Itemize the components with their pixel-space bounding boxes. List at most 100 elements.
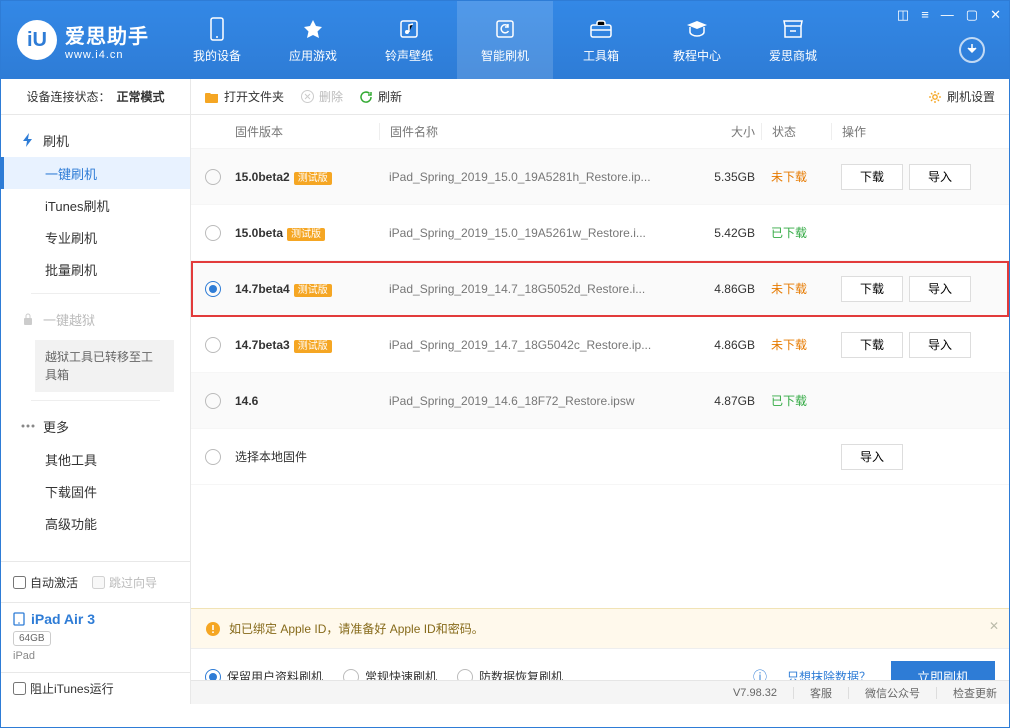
firmware-name: iPad_Spring_2019_14.7_18G5042c_Restore.i… — [379, 338, 685, 352]
device-storage: 64GB — [13, 631, 51, 646]
menu-icon[interactable]: ≡ — [921, 7, 929, 23]
maximize-icon[interactable]: ▢ — [966, 7, 978, 23]
th-ops: 操作 — [831, 123, 995, 140]
sidebar-item-more-1[interactable]: 下载固件 — [1, 475, 190, 507]
row-radio[interactable] — [205, 281, 221, 297]
firmware-name: iPad_Spring_2019_15.0_19A5261w_Restore.i… — [379, 226, 685, 240]
device-name: iPad Air 3 — [13, 611, 178, 627]
beta-tag: 测试版 — [294, 340, 332, 353]
refresh-button[interactable]: 刷新 — [359, 88, 402, 105]
minimize-icon[interactable]: — — [941, 7, 954, 23]
store-icon — [781, 17, 805, 41]
content: 打开文件夹 删除 刷新 刷机设置 固件版本 固件名称 大小 状态 操作 — [191, 79, 1009, 704]
delete-icon — [300, 90, 314, 104]
notice-close-icon[interactable]: ✕ — [989, 619, 999, 633]
auto-activate-checkbox[interactable]: 自动激活 — [13, 574, 78, 591]
service-link[interactable]: 客服 — [810, 685, 832, 701]
row-radio[interactable] — [205, 449, 221, 465]
nav-tab-6[interactable]: 爱思商城 — [745, 1, 841, 79]
firmware-status: 未下载 — [761, 168, 831, 185]
row-radio[interactable] — [205, 169, 221, 185]
brand-title: 爱思助手 — [65, 20, 149, 49]
table-row[interactable]: 15.0beta2测试版iPad_Spring_2019_15.0_19A528… — [191, 149, 1009, 205]
notice-text: 如已绑定 Apple ID，请准备好 Apple ID和密码。 — [229, 620, 484, 637]
phone-icon — [205, 17, 229, 41]
import-button[interactable]: 导入 — [909, 276, 971, 302]
row-radio[interactable] — [205, 393, 221, 409]
firmware-table: 15.0beta2测试版iPad_Spring_2019_15.0_19A528… — [191, 149, 1009, 608]
sidebar-jailbreak-note: 越狱工具已转移至工具箱 — [35, 340, 174, 392]
nav-tab-1[interactable]: 应用游戏 — [265, 1, 361, 79]
table-row[interactable]: 14.7beta3测试版iPad_Spring_2019_14.7_18G504… — [191, 317, 1009, 373]
open-folder-button[interactable]: 打开文件夹 — [205, 88, 284, 105]
music-icon — [397, 17, 421, 41]
import-button[interactable]: 导入 — [909, 332, 971, 358]
download-button[interactable]: 下载 — [841, 332, 903, 358]
th-name: 固件名称 — [379, 123, 685, 140]
tablet-icon — [13, 612, 25, 626]
sidebar-jailbreak-label: 一键越狱 — [43, 310, 95, 329]
sidebar-flash-label: 刷机 — [43, 131, 69, 150]
sidebar-item-flash-2[interactable]: 专业刷机 — [1, 221, 190, 253]
toolbar: 打开文件夹 删除 刷新 刷机设置 — [191, 79, 1009, 115]
nav-label: 铃声壁纸 — [385, 47, 433, 64]
toolbox-icon — [589, 17, 613, 41]
nav-tab-2[interactable]: 铃声壁纸 — [361, 1, 457, 79]
folder-icon — [205, 90, 219, 104]
sidebar-item-flash-3[interactable]: 批量刷机 — [1, 253, 190, 285]
shirt-icon[interactable]: ◫ — [897, 7, 909, 23]
firmware-name: iPad_Spring_2019_14.6_18F72_Restore.ipsw — [379, 394, 685, 408]
sidebar-item-flash-0[interactable]: 一键刷机 — [1, 157, 190, 189]
download-button[interactable]: 下载 — [841, 276, 903, 302]
table-row[interactable]: 15.0beta测试版iPad_Spring_2019_15.0_19A5261… — [191, 205, 1009, 261]
update-link[interactable]: 检查更新 — [953, 685, 997, 701]
firmware-size: 4.87GB — [685, 394, 761, 408]
notice-bar: 如已绑定 Apple ID，请准备好 Apple ID和密码。 ✕ — [191, 608, 1009, 648]
wechat-link[interactable]: 微信公众号 — [865, 685, 920, 701]
sidebar-item-more-2[interactable]: 高级功能 — [1, 507, 190, 539]
th-size: 大小 — [685, 123, 761, 140]
row-radio[interactable] — [205, 225, 221, 241]
local-firmware-label: 选择本地固件 — [235, 450, 307, 464]
table-row[interactable]: 14.6iPad_Spring_2019_14.6_18F72_Restore.… — [191, 373, 1009, 429]
device-card[interactable]: iPad Air 3 64GB iPad — [1, 602, 190, 672]
flash-settings-button[interactable]: 刷机设置 — [928, 88, 995, 105]
nav-label: 应用游戏 — [289, 47, 337, 64]
firmware-status: 已下载 — [761, 224, 831, 241]
th-version: 固件版本 — [233, 123, 379, 140]
refresh-icon — [359, 90, 373, 104]
firmware-name: iPad_Spring_2019_14.7_18G5052d_Restore.i… — [379, 282, 685, 296]
tutorial-icon — [685, 17, 709, 41]
statusbar: V7.98.32 客服 微信公众号 检查更新 — [191, 680, 1009, 704]
import-button[interactable]: 导入 — [841, 444, 903, 470]
delete-button: 删除 — [300, 88, 343, 105]
close-icon[interactable]: ✕ — [990, 7, 1001, 23]
import-button[interactable]: 导入 — [909, 164, 971, 190]
logo[interactable]: iU 爱思助手 www.i4.cn — [17, 20, 149, 61]
sidebar-more-head[interactable]: 更多 — [1, 409, 190, 443]
nav-label: 爱思商城 — [769, 47, 817, 64]
nav-tab-5[interactable]: 教程中心 — [649, 1, 745, 79]
nav-tab-3[interactable]: 智能刷机 — [457, 1, 553, 79]
firmware-status: 未下载 — [761, 336, 831, 353]
table-row[interactable]: 14.7beta4测试版iPad_Spring_2019_14.7_18G505… — [191, 261, 1009, 317]
table-row-local[interactable]: 选择本地固件 导入 — [191, 429, 1009, 485]
version-label: V7.98.32 — [733, 687, 777, 699]
firmware-version: 14.7beta4 — [235, 282, 290, 296]
sidebar-item-flash-1[interactable]: iTunes刷机 — [1, 189, 190, 221]
row-radio[interactable] — [205, 337, 221, 353]
logo-icon: iU — [17, 20, 57, 60]
sidebar-item-more-0[interactable]: 其他工具 — [1, 443, 190, 475]
download-button[interactable]: 下载 — [841, 164, 903, 190]
block-itunes-checkbox[interactable]: 阻止iTunes运行 — [13, 680, 114, 697]
firmware-size: 5.42GB — [685, 226, 761, 240]
nav-tab-0[interactable]: 我的设备 — [169, 1, 265, 79]
device-status-value: 正常模式 — [117, 88, 165, 105]
firmware-status: 已下载 — [761, 392, 831, 409]
nav-label: 工具箱 — [583, 47, 619, 64]
sidebar-flash-head[interactable]: 刷机 — [1, 123, 190, 157]
nav-tab-4[interactable]: 工具箱 — [553, 1, 649, 79]
download-manager-icon[interactable] — [959, 37, 985, 63]
skip-guide-checkbox[interactable]: 跳过向导 — [92, 574, 157, 591]
refresh-icon — [493, 17, 517, 41]
